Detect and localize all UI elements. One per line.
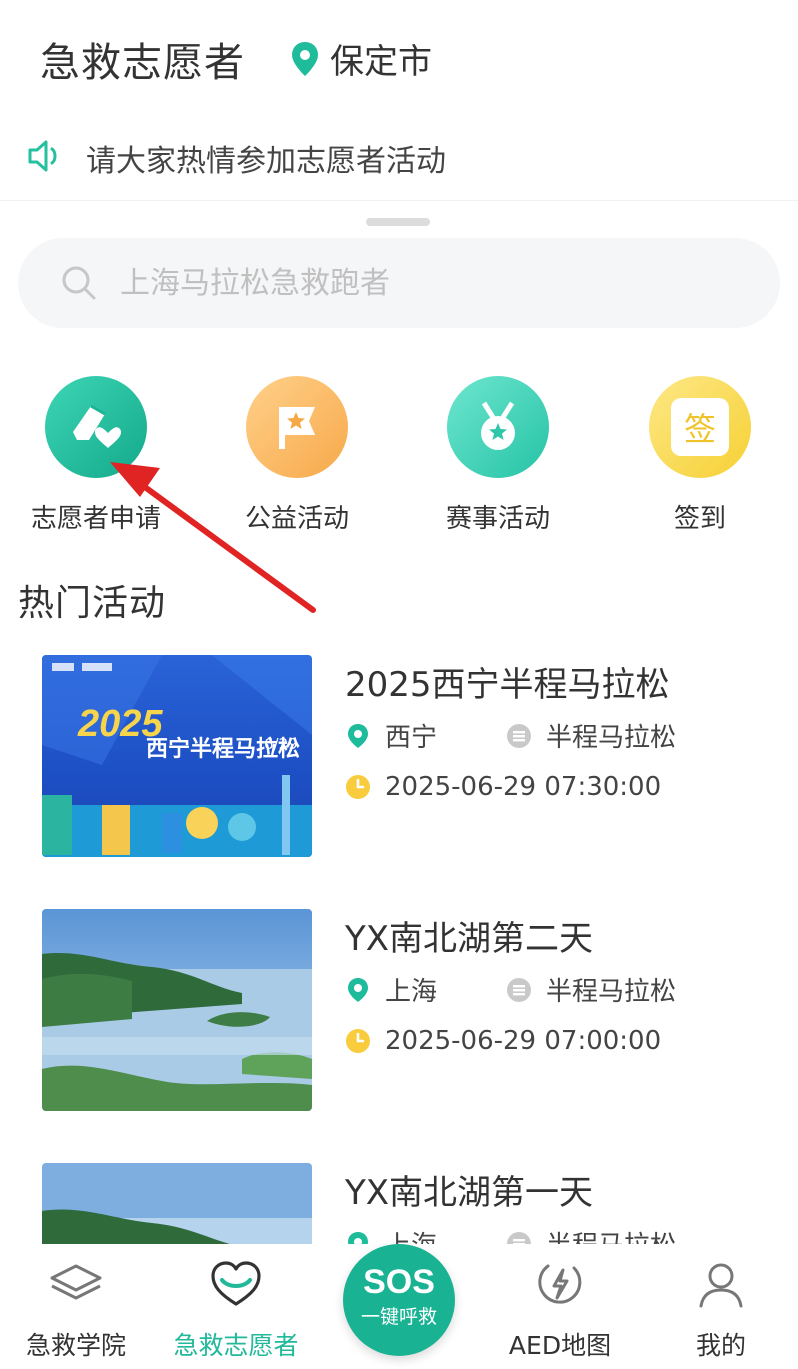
category-icon [507,1231,531,1244]
activity-type: 半程马拉松 [506,1225,676,1244]
quick-label: 赛事活动 [445,504,550,534]
tab-label: AED地图 [508,1331,612,1360]
location-pin-icon [292,41,318,76]
activity-photo-image [42,909,312,1111]
type-text: 半程马拉松 [546,977,677,1007]
activity-type: 半程马拉松 [506,717,676,754]
clock-icon [346,1029,370,1053]
tab-aed-map[interactable]: AED地图 [480,1256,640,1362]
category-icon [507,723,531,748]
type-text: 半程马拉松 [546,723,677,753]
header: 急救志愿者 保定市 [0,0,798,110]
aed-lightning-icon [538,1264,582,1304]
sos-button[interactable]: SOS 一键呼救 [343,1244,455,1356]
location-pin-icon [348,723,368,748]
speaker-icon [28,140,57,172]
tab-label: 急救志愿者 [173,1331,299,1360]
activity-time: 2025-06-29 07:30:00 [345,772,661,802]
drag-handle[interactable] [366,218,430,226]
poster-date: 6/29 [264,735,298,753]
quick-label: 公益活动 [244,504,349,534]
tab-mine[interactable]: 我的 [641,1256,798,1362]
activity-photo-image [42,1163,312,1244]
activity-location: 西宁 [345,717,437,754]
category-icon [507,977,531,1002]
page-title: 急救志愿者 [40,40,245,86]
section-title-hot-activities: 热门活动 [18,583,167,624]
location-pin-icon [348,977,368,1002]
city-label: 保定市 [330,42,432,82]
activity-title: YX南北湖第二天 [345,919,594,959]
volunteer-heart-icon [211,1261,261,1306]
quick-charity-activity[interactable]: 公益活动 [212,376,382,535]
time-text: 2025-06-29 07:00:00 [385,1026,662,1056]
activity-location: 上海 [345,1225,437,1244]
eraser-heart-icon [45,376,147,478]
activity-location: 上海 [345,971,437,1008]
location-text: 上海 [385,1225,437,1244]
location-selector[interactable]: 保定市 [290,34,432,83]
activity-poster-image: 2025 西宁半程马拉松 6/29 [42,655,312,857]
notice-text: 请大家热情参加志愿者活动 [86,144,446,179]
activity-time: 2025-06-29 07:00:00 [345,1026,661,1056]
activity-type: 半程马拉松 [506,971,676,1008]
sos-subtitle: 一键呼救 [360,1306,437,1328]
tab-first-aid-academy[interactable]: 急救学院 [0,1256,156,1362]
sign-badge-text: 签 [683,410,716,448]
quick-label: 志愿者申请 [30,504,161,534]
tab-label: 我的 [695,1331,746,1360]
type-text: 半程马拉松 [546,1225,676,1244]
time-text: 2025-06-29 07:30:00 [385,772,662,802]
activity-card[interactable]: 2025 西宁半程马拉松 6/29 2025西宁半程马拉松 西宁 半程马拉松 2… [0,655,798,865]
flag-star-icon [246,376,348,478]
clock-icon [346,775,370,799]
activity-card[interactable]: YX南北湖第二天 上海 半程马拉松 2025-06-29 07:00:00 [0,909,798,1119]
activity-title: YX南北湖第一天 [345,1173,594,1213]
location-text: 西宁 [385,723,438,753]
quick-sign-in[interactable]: 签 签到 [615,376,785,535]
graduation-cap-icon [50,1264,102,1300]
sos-title: SOS [363,1263,435,1301]
search-icon [62,266,96,300]
sign-in-icon: 签 [649,376,751,478]
tab-label: 急救学院 [25,1331,126,1360]
location-pin-icon [348,1231,368,1244]
quick-race-activity[interactable]: 赛事活动 [413,376,583,535]
quick-volunteer-apply[interactable]: 志愿者申请 [11,376,181,535]
quick-label: 签到 [673,504,726,534]
activity-title: 2025西宁半程马拉松 [345,665,670,705]
user-icon [699,1263,743,1308]
search-input[interactable] [120,258,720,308]
activity-card[interactable]: YX南北湖第一天 上海 半程马拉松 [0,1163,798,1244]
location-text: 上海 [385,977,438,1007]
tab-first-aid-volunteer[interactable]: 急救志愿者 [156,1256,316,1362]
medal-icon [447,376,549,478]
